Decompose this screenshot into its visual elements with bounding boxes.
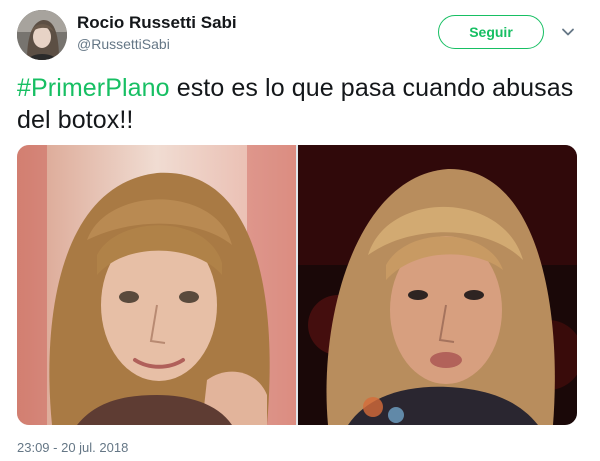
tweet-text: #PrimerPlano esto es lo que pasa cuando … bbox=[17, 72, 577, 136]
tweet-card: Rocio Russetti Sabi @RussettiSabi Seguir… bbox=[0, 0, 600, 461]
avatar[interactable] bbox=[17, 10, 67, 60]
chevron-down-icon bbox=[562, 28, 574, 36]
author-handle[interactable]: @RussettiSabi bbox=[77, 34, 237, 54]
author-display-name[interactable]: Rocio Russetti Sabi bbox=[77, 12, 237, 34]
tweet-timestamp[interactable]: 23:09 - 20 jul. 2018 bbox=[17, 440, 128, 456]
photo-right[interactable] bbox=[298, 145, 577, 425]
author-info: Rocio Russetti Sabi @RussettiSabi bbox=[77, 12, 237, 54]
portrait-photo-right-icon bbox=[298, 145, 577, 425]
hashtag-link[interactable]: #PrimerPlano bbox=[17, 74, 170, 102]
follow-button[interactable]: Seguir bbox=[438, 15, 544, 49]
portrait-photo-left-icon bbox=[17, 145, 296, 425]
avatar-photo-icon bbox=[17, 10, 67, 60]
photo-left[interactable] bbox=[17, 145, 296, 425]
more-options-button[interactable] bbox=[560, 24, 576, 40]
media-grid bbox=[17, 145, 577, 425]
